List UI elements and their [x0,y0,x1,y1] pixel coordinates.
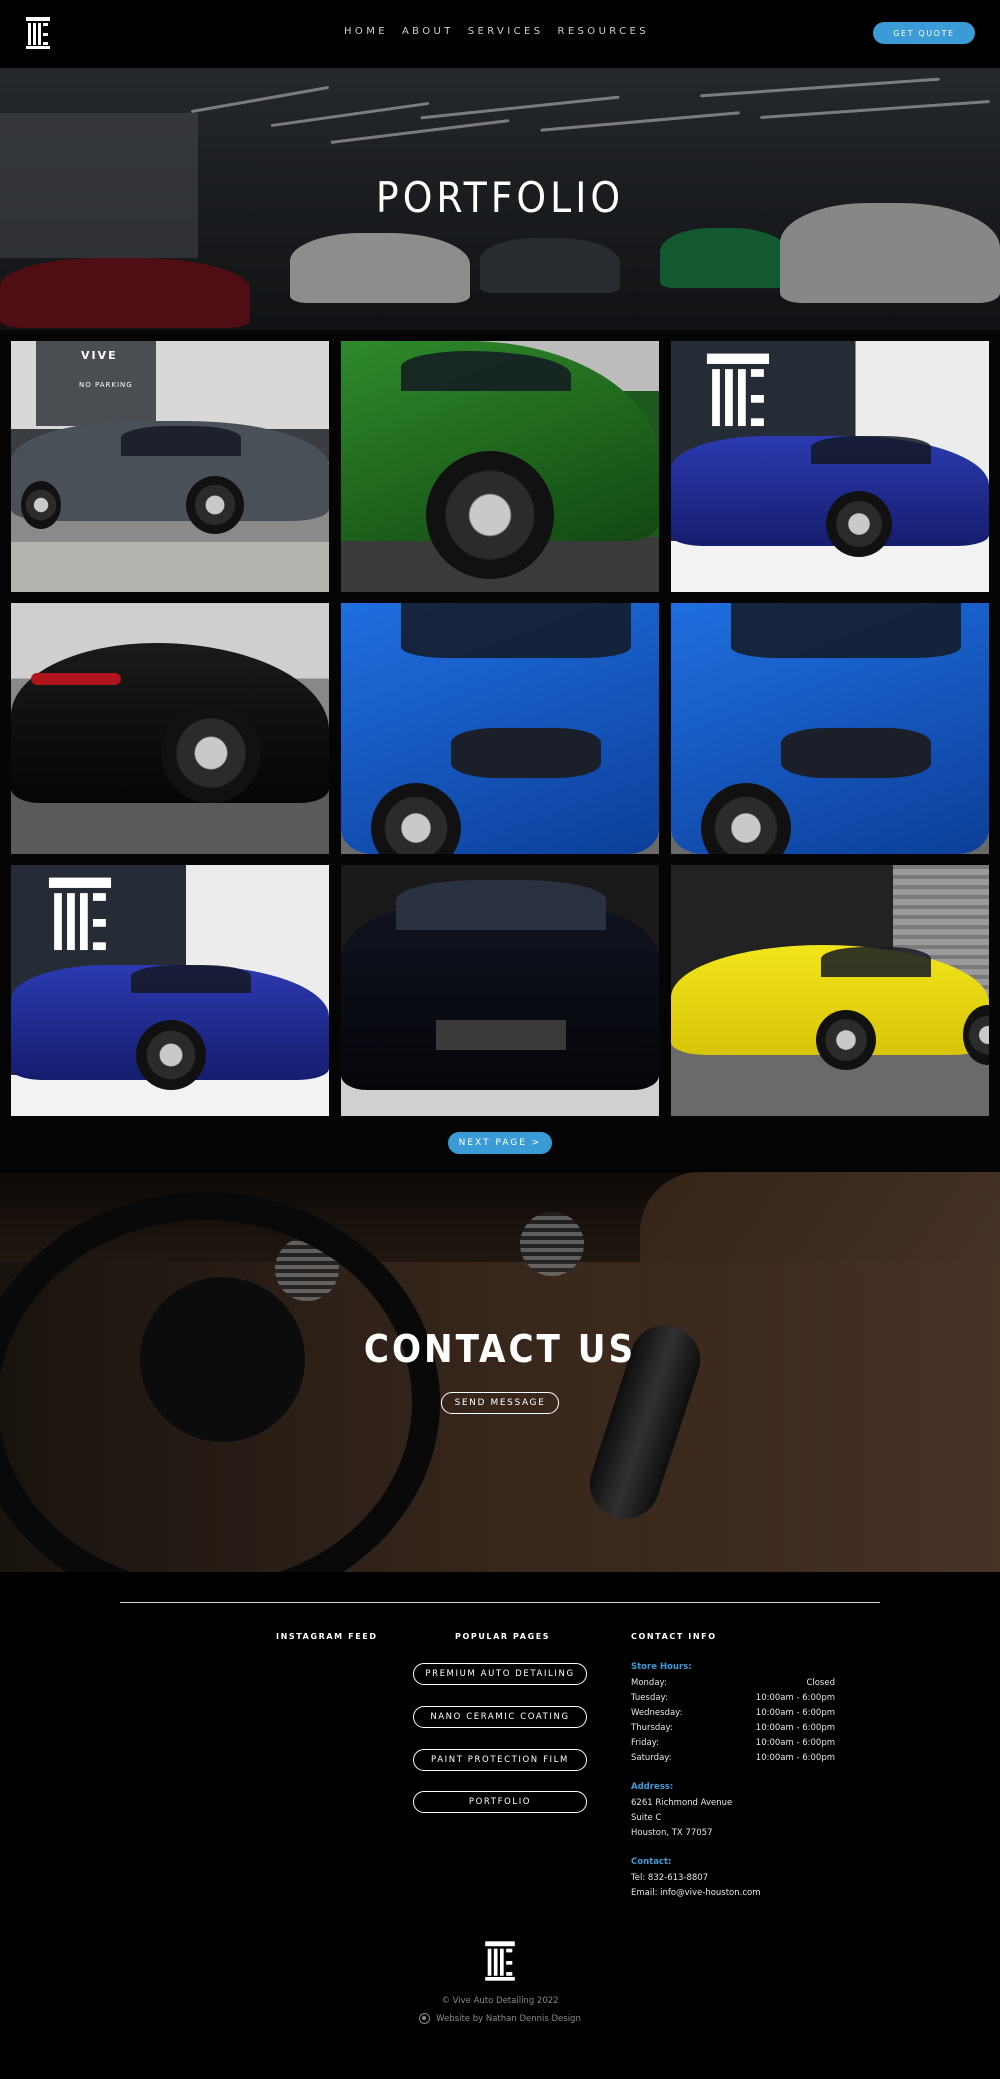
link-portfolio[interactable]: PORTFOLIO [413,1791,587,1813]
nav-home[interactable]: HOME [344,26,388,37]
credit-text[interactable]: Website by Nathan Dennis Design [436,2014,581,2024]
gallery-tile[interactable] [11,865,329,1116]
nav-services[interactable]: SERVICES [468,26,544,37]
site-credit: Website by Nathan Dennis Design [0,2013,1000,2024]
hours-time: 10:00am - 6:00pm [755,1708,835,1718]
get-quote-button[interactable]: GET QUOTE [873,22,975,44]
site-footer: INSTAGRAM FEED POPULAR PAGES CONTACT INF… [0,1572,1000,2079]
contact-label: Contact: [631,1857,672,1867]
hours-row: Friday: 10:00am - 6:00pm [631,1738,835,1748]
hours-time: Closed [806,1678,835,1688]
link-paint-protection-film[interactable]: PAINT PROTECTION FILM [413,1749,587,1771]
contact-overlay [0,1172,1000,1572]
hours-time: 10:00am - 6:00pm [755,1693,835,1703]
gallery-tile[interactable]: VIVE NO PARKING [11,341,329,592]
address-line: 6261 Richmond Avenue [631,1798,733,1808]
hours-day: Thursday: [631,1723,673,1733]
contact-section: CONTACT US SEND MESSAGE [0,1172,1000,1572]
next-page-button[interactable]: NEXT PAGE > [448,1132,552,1154]
hours-row: Monday: Closed [631,1678,835,1688]
contact-title: CONTACT US [363,1327,637,1371]
gallery-tile[interactable] [11,603,329,854]
hours-row: Tuesday: 10:00am - 6:00pm [631,1693,835,1703]
vive-logo-icon[interactable] [25,16,51,50]
gallery-tile[interactable] [341,865,659,1116]
designer-logo-icon [419,2013,431,2024]
gallery-tile[interactable] [341,603,659,854]
gallery-tile[interactable] [671,865,989,1116]
signage-logo: VIVE [81,349,118,362]
hours-row: Thursday: 10:00am - 6:00pm [631,1723,835,1733]
nav-about[interactable]: ABOUT [402,26,454,37]
page-title: PORTFOLIO [375,173,625,222]
vive-footer-logo-icon[interactable] [484,1940,516,1982]
hours-day: Wednesday: [631,1708,683,1718]
link-premium-auto-detailing[interactable]: PREMIUM AUTO DETAILING [413,1663,587,1685]
no-parking-sign: NO PARKING [79,381,133,389]
main-nav: HOME ABOUT SERVICES RESOURCES [344,26,649,37]
nav-resources[interactable]: RESOURCES [557,26,649,37]
store-hours-label: Store Hours: [631,1662,692,1672]
hours-time: 10:00am - 6:00pm [755,1723,835,1733]
address-line: Houston, TX 77057 [631,1828,713,1838]
send-message-button[interactable]: SEND MESSAGE [441,1392,559,1414]
hours-time: 10:00am - 6:00pm [755,1753,835,1763]
copyright-text: © Vive Auto Detailing 2022 [441,1996,559,2006]
phone-number[interactable]: Tel: 832-613-8807 [631,1873,708,1883]
site-header: HOME ABOUT SERVICES RESOURCES GET QUOTE [0,0,1000,68]
email-address[interactable]: Email: info@vive-houston.com [631,1888,761,1898]
address-label: Address: [631,1782,674,1792]
gallery-tile[interactable] [671,603,989,854]
contact-info-title: CONTACT INFO [631,1632,717,1641]
vive-wall-logo-icon [706,353,770,427]
hours-day: Friday: [631,1738,660,1748]
hours-row: Wednesday: 10:00am - 6:00pm [631,1708,835,1718]
portfolio-hero: PORTFOLIO [0,68,1000,330]
hours-day: Monday: [631,1678,667,1688]
portfolio-gallery: VIVE NO PARKING [0,330,1000,1170]
gallery-tile[interactable] [341,341,659,592]
vive-wall-logo-icon [48,877,112,951]
link-nano-ceramic-coating[interactable]: NANO CERAMIC COATING [413,1706,587,1728]
gallery-tile[interactable] [671,341,989,592]
hours-time: 10:00am - 6:00pm [755,1738,835,1748]
instagram-feed-title: INSTAGRAM FEED [276,1632,378,1641]
hours-row: Saturday: 10:00am - 6:00pm [631,1753,835,1763]
hours-day: Tuesday: [631,1693,668,1703]
address-line: Suite C [631,1813,662,1823]
hours-day: Saturday: [631,1753,672,1763]
popular-pages-title: POPULAR PAGES [455,1632,551,1641]
footer-divider [120,1602,880,1603]
